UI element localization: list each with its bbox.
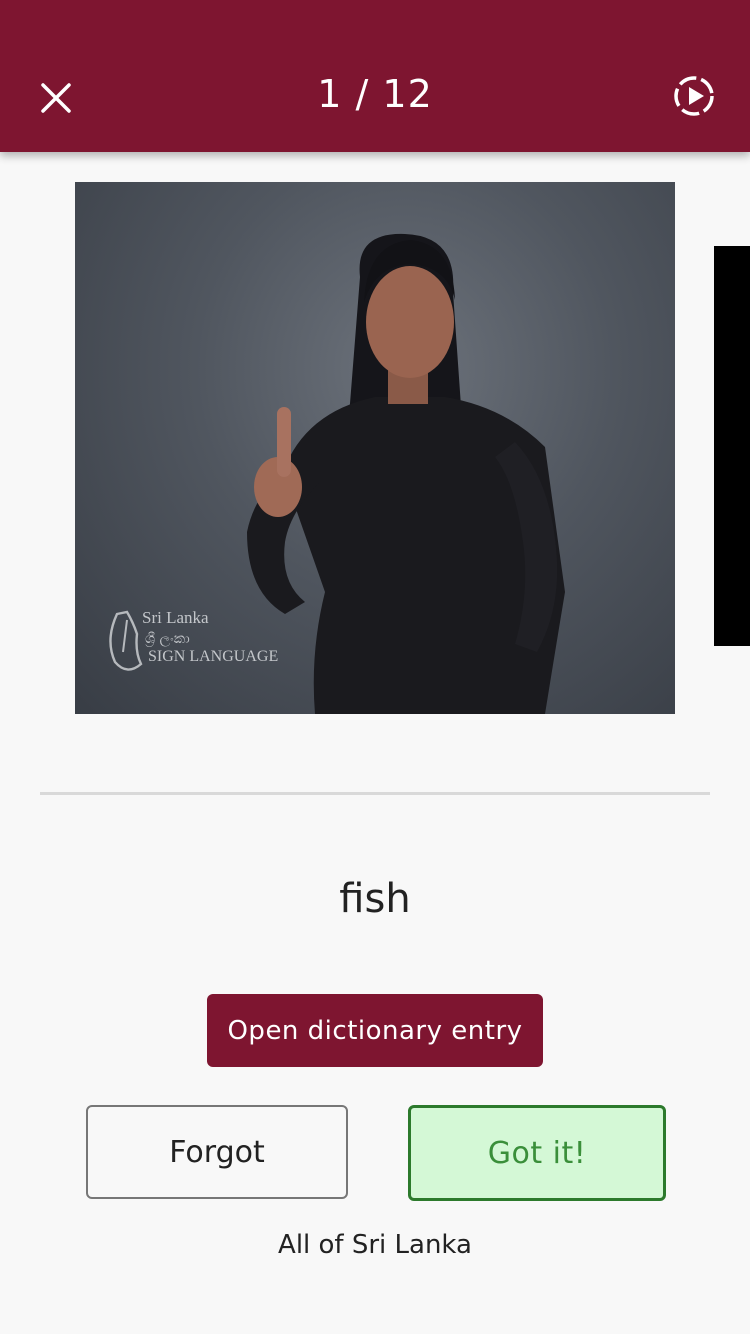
watermark-subtitle: SIGN LANGUAGE (148, 648, 278, 665)
forgot-button[interactable]: Forgot (86, 1105, 348, 1199)
watermark-title: Sri Lanka (142, 608, 209, 627)
divider (40, 792, 710, 795)
progress-counter: 1 / 12 (317, 72, 433, 116)
got-it-button[interactable]: Got it! (408, 1105, 666, 1201)
sign-video[interactable]: Sri Lanka ශ්‍රී ලංකා SIGN LANGUAGE (75, 182, 675, 714)
black-side-strip (714, 246, 750, 646)
app-bar: 1 / 12 (0, 0, 750, 152)
autoplay-button[interactable] (666, 68, 722, 124)
open-dictionary-entry-button[interactable]: Open dictionary entry (207, 994, 543, 1067)
region-label: All of Sri Lanka (278, 1230, 472, 1260)
watermark-script: ශ්‍රී ලංකා (145, 631, 190, 647)
play-circle-dashed-icon (674, 76, 714, 116)
flashcard-word: fish (339, 876, 411, 922)
signer-figure: Sri Lanka ශ්‍රී ලංකා SIGN LANGUAGE (109, 233, 565, 714)
